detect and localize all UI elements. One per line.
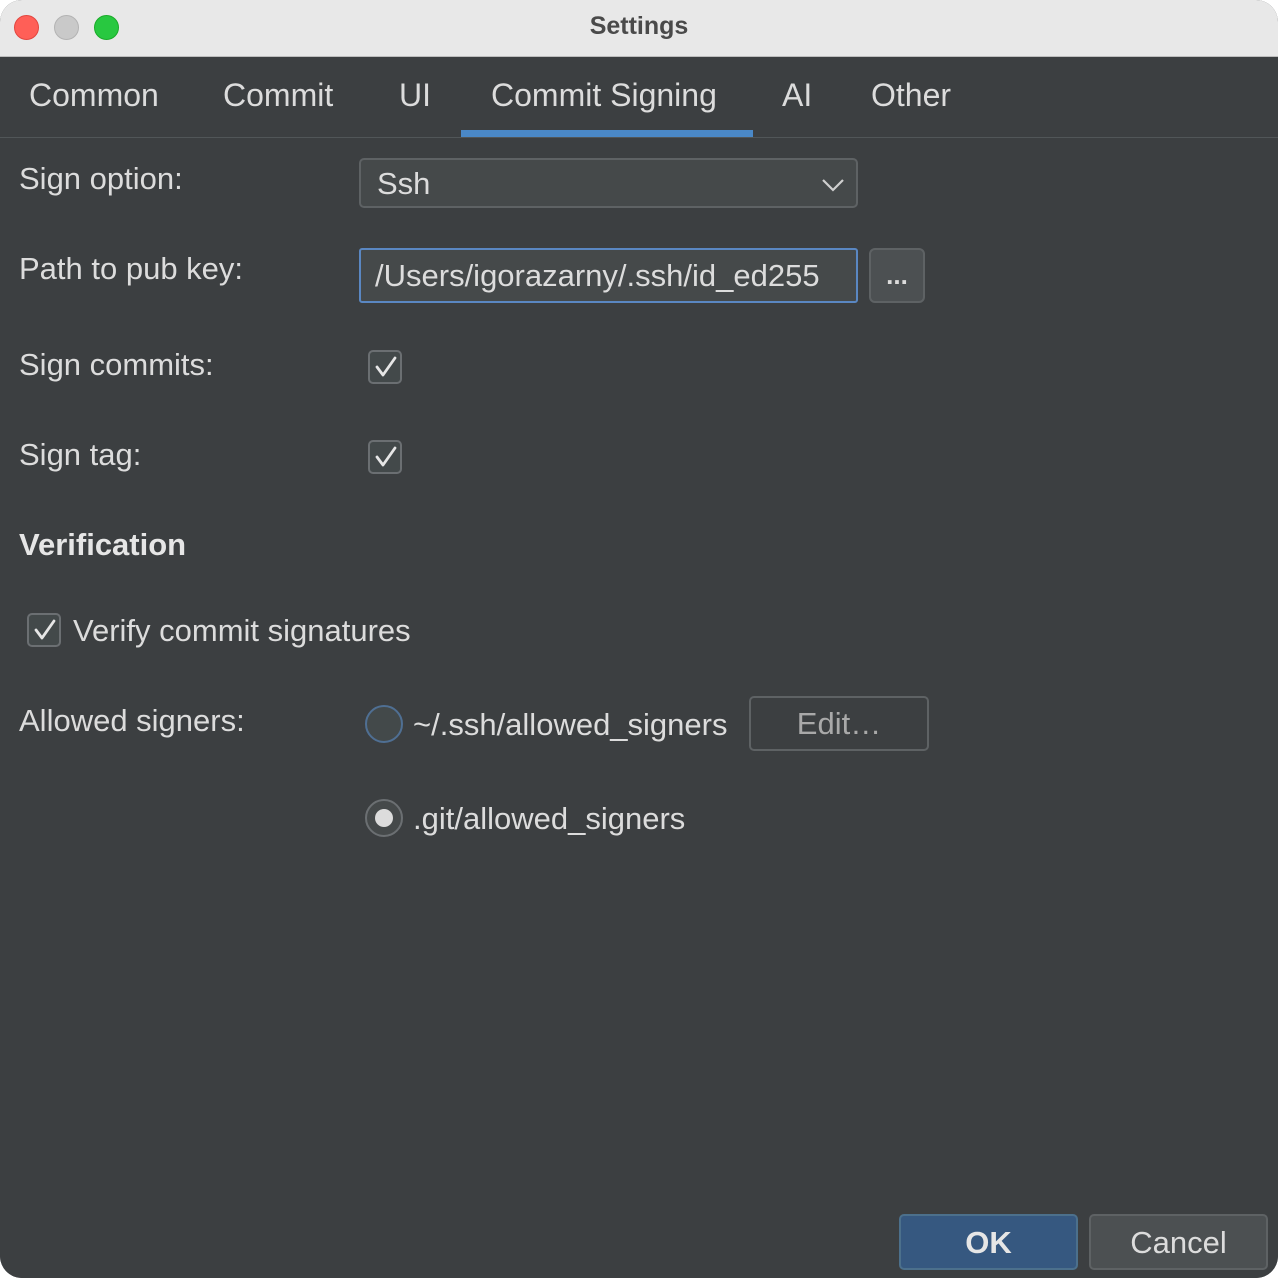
- chevron-down-icon: [822, 179, 844, 192]
- window-title: Settings: [589, 12, 689, 40]
- edit-allowed-signers-button[interactable]: Edit…: [749, 696, 929, 751]
- sign-commits-label: Sign commits:: [19, 347, 214, 382]
- pub-key-input[interactable]: [361, 250, 856, 301]
- cancel-button[interactable]: Cancel: [1089, 1214, 1268, 1270]
- ok-button[interactable]: OK: [899, 1214, 1078, 1270]
- sign-option-value: Ssh: [377, 166, 431, 201]
- settings-window: Settings Common Commit UI Commit Signing…: [0, 0, 1278, 1278]
- tab-other[interactable]: Other: [871, 77, 951, 114]
- checkmark-icon: [375, 356, 397, 377]
- tab-ai[interactable]: AI: [782, 77, 812, 114]
- radio-home-allowed-signers[interactable]: [365, 705, 403, 743]
- tab-common[interactable]: Common: [29, 77, 159, 114]
- pub-key-field-wrapper: [359, 248, 858, 303]
- tab-commit-signing[interactable]: Commit Signing: [491, 77, 717, 114]
- tab-bar: Common Commit UI Commit Signing AI Other: [0, 57, 1278, 138]
- git-allowed-signers-label[interactable]: .git/allowed_signers: [413, 801, 685, 837]
- checkmark-icon: [34, 619, 56, 640]
- sign-option-dropdown[interactable]: Ssh: [359, 158, 858, 208]
- settings-content: Common Commit UI Commit Signing AI Other…: [0, 57, 1278, 1278]
- verification-heading: Verification: [19, 527, 187, 562]
- selected-tab-indicator: [461, 130, 753, 137]
- title-bar: Settings: [0, 0, 1278, 57]
- home-allowed-signers-label[interactable]: ~/.ssh/allowed_signers: [413, 707, 727, 743]
- radio-git-allowed-signers[interactable]: [365, 799, 403, 837]
- sign-commits-checkbox[interactable]: [368, 350, 402, 384]
- browse-button[interactable]: ...: [869, 248, 925, 303]
- verify-signatures-label[interactable]: Verify commit signatures: [73, 613, 411, 649]
- tab-ui[interactable]: UI: [399, 77, 431, 114]
- sign-tag-checkbox[interactable]: [368, 440, 402, 474]
- radio-selected-dot: [375, 809, 393, 827]
- pub-key-label: Path to pub key:: [19, 251, 244, 286]
- sign-tag-label: Sign tag:: [19, 437, 142, 472]
- sign-option-label: Sign option:: [19, 161, 183, 196]
- tab-commit[interactable]: Commit: [223, 77, 333, 114]
- verify-signatures-checkbox[interactable]: [27, 613, 61, 647]
- checkmark-icon: [375, 446, 397, 467]
- allowed-signers-label: Allowed signers:: [19, 703, 245, 738]
